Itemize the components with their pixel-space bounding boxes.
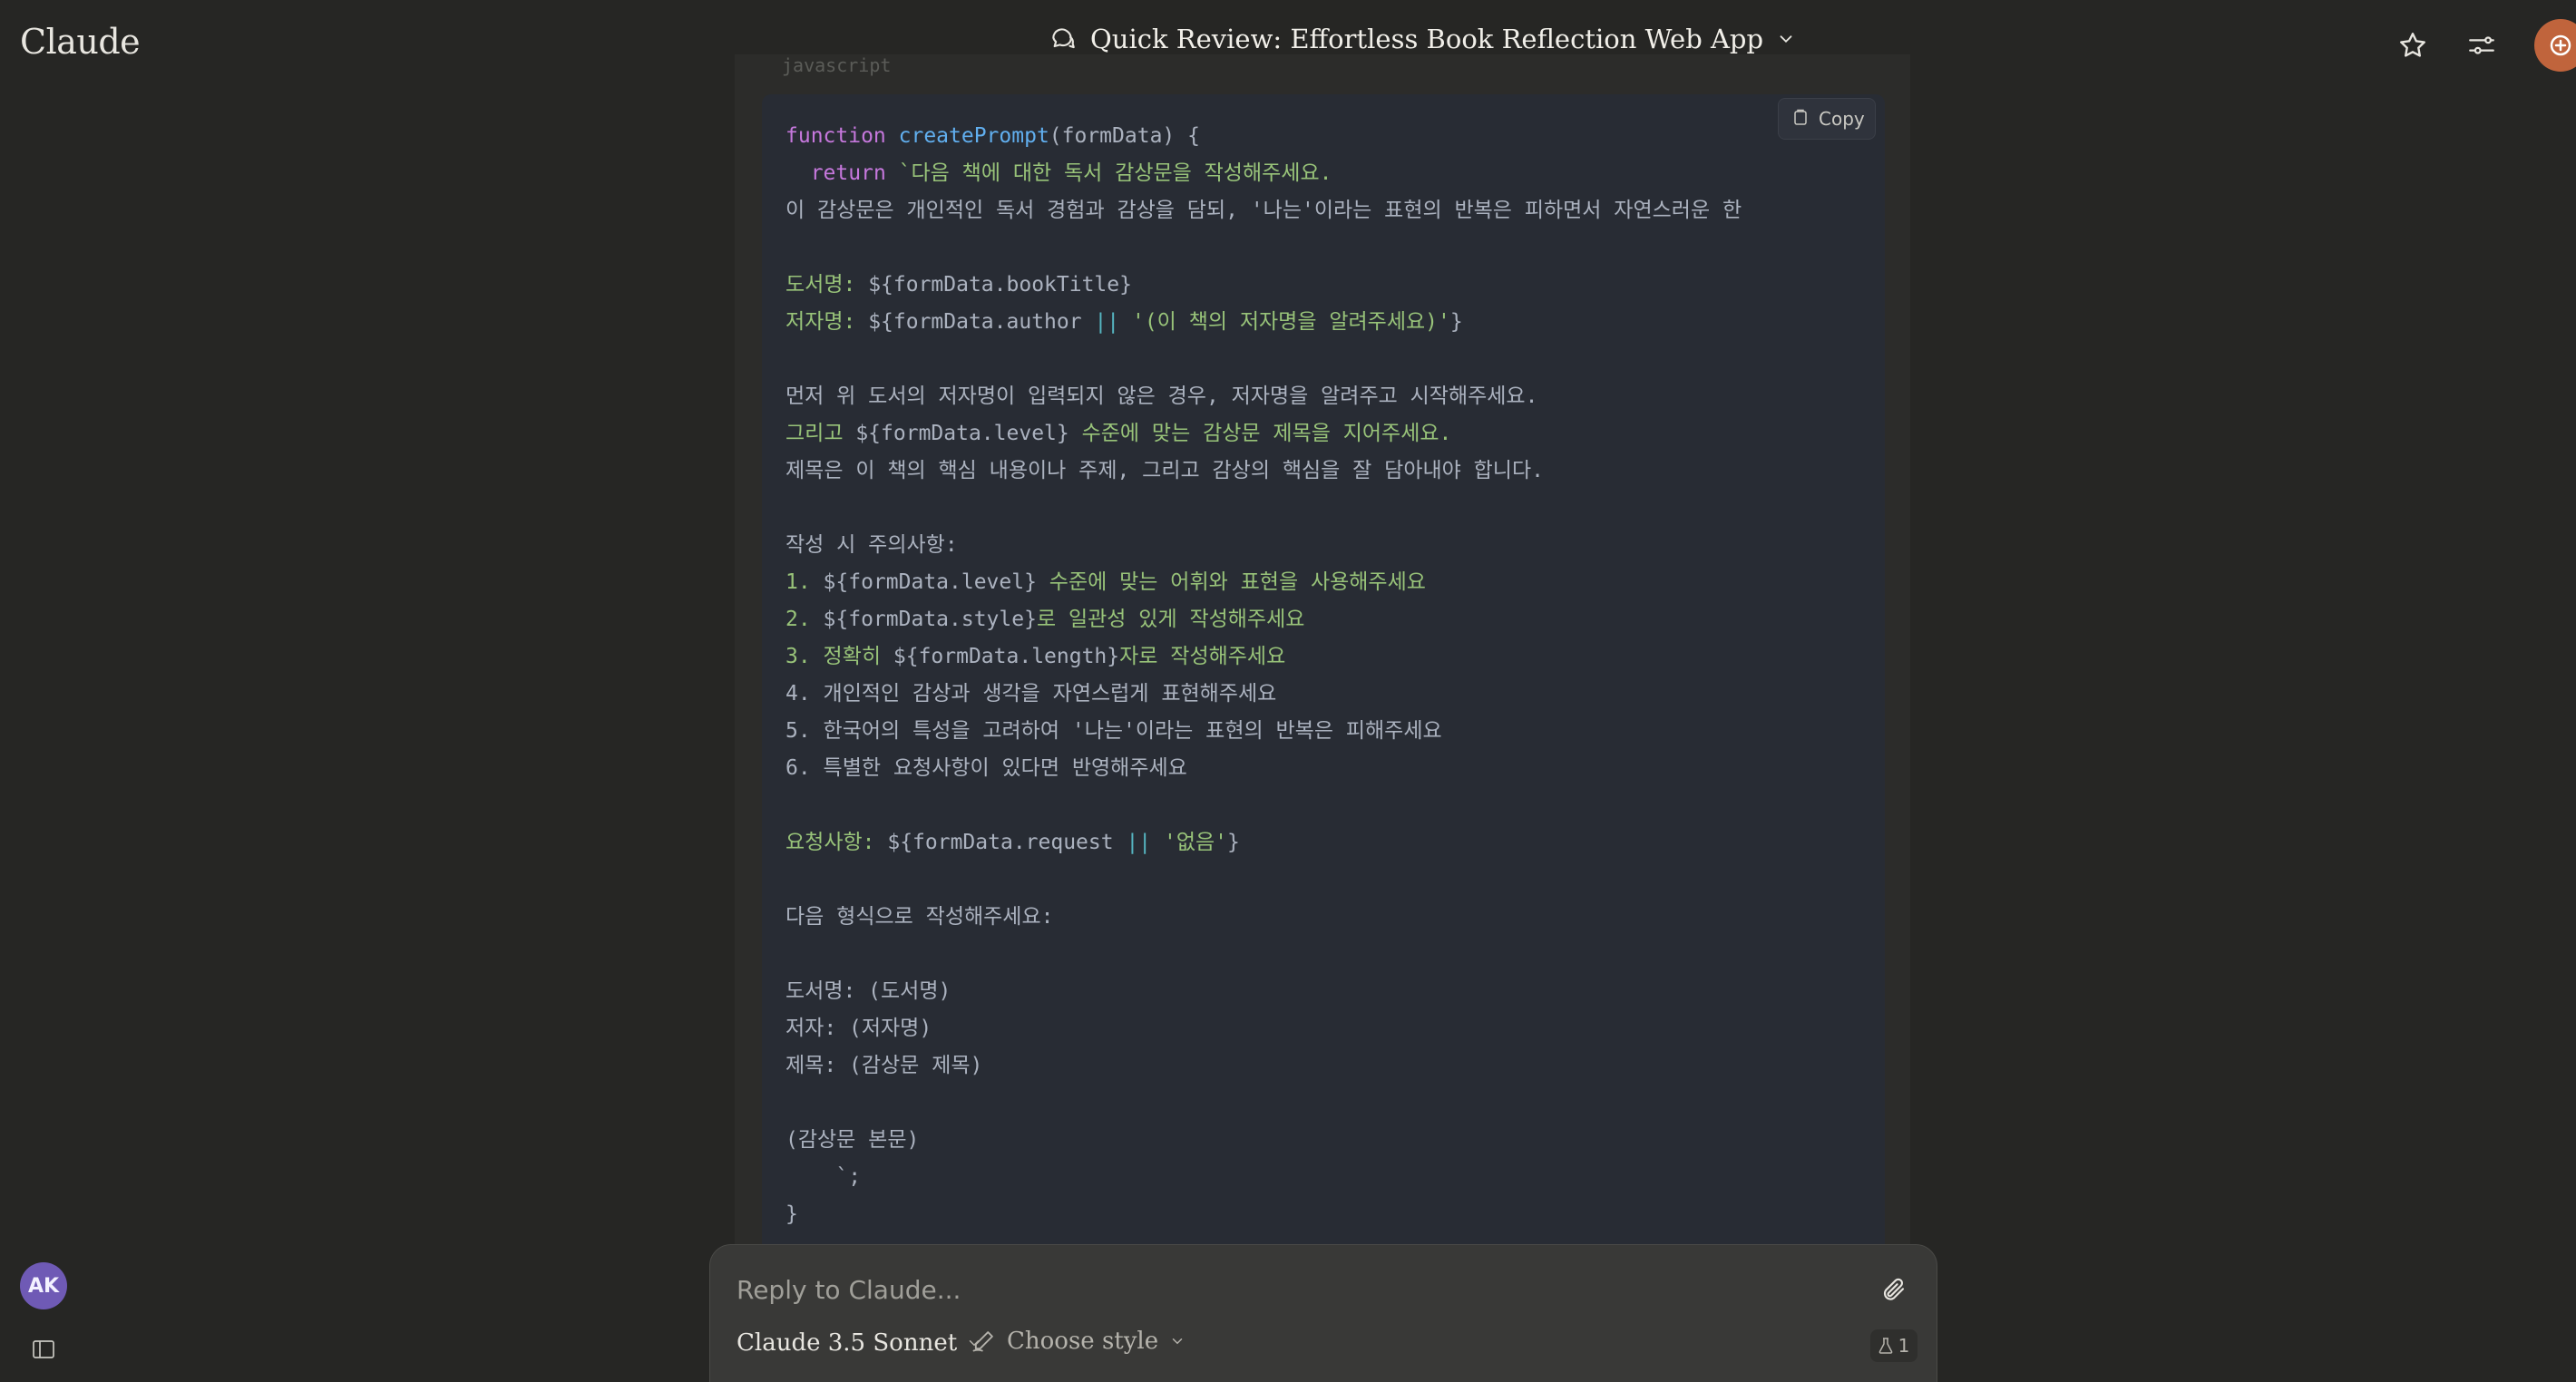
code-line: 이 감상문은 개인적인 독서 경험과 감상을 담되, '나는'이라는 표현의 반… xyxy=(785,197,1742,224)
pen-style-icon xyxy=(972,1331,993,1352)
code-token: 먼저 위 도서의 저자명이 입력되지 않은 경우, 저자명을 알려주고 시작해주… xyxy=(785,384,1538,408)
clipboard-icon xyxy=(1793,108,1810,131)
flask-icon xyxy=(1878,1338,1892,1354)
code-token: } xyxy=(1449,310,1463,334)
code-token: (formData) { xyxy=(1049,124,1200,148)
code-token: 3. 정확히 xyxy=(785,645,893,668)
code-line: 그리고 ${formData.level} 수준에 맞는 감상문 제목을 지어주… xyxy=(785,420,1451,447)
reply-input[interactable] xyxy=(737,1271,1825,1308)
code-line: 제목: (감상문 제목) xyxy=(785,1052,982,1079)
code-token: (감상문 본문) xyxy=(785,1128,920,1152)
code-token: ${formData.author xyxy=(868,310,1095,334)
code-line: 제목은 이 책의 핵심 내용이나 주제, 그리고 감상의 핵심을 잘 담아내야 … xyxy=(785,457,1544,484)
model-selector[interactable]: Claude 3.5 Sonnet xyxy=(737,1329,982,1357)
brand-logo[interactable]: Claude xyxy=(20,22,141,62)
top-bar: Claude Quick Review: Effortless Book Ref… xyxy=(0,0,2576,91)
code-token: 이 감상문은 개인적인 독서 경험과 감상을 담되, '나는'이라는 표현의 반… xyxy=(785,199,1742,222)
code-token: 4. 개인적인 감상과 생각을 자연스럽게 표현해주세요 xyxy=(785,682,1277,706)
code-token: ${formData.bookTitle} xyxy=(868,273,1132,297)
chevron-down-icon xyxy=(1172,1338,1183,1345)
code-token: 6. 특별한 요청사항이 있다면 반영해주세요 xyxy=(785,756,1187,780)
code-line: 요청사항: ${formData.request || '없음'} xyxy=(785,829,1240,856)
code-token: ${formData.level} xyxy=(855,422,1069,445)
style-selector[interactable]: Choose style xyxy=(971,1328,1186,1355)
code-token: function xyxy=(785,124,899,148)
code-line: 4. 개인적인 감상과 생각을 자연스럽게 표현해주세요 xyxy=(785,680,1276,707)
code-token: `; xyxy=(785,1165,862,1189)
code-line: 2. ${formData.style}로 일관성 있게 작성해주세요 xyxy=(785,606,1304,633)
code-line: 다음 형식으로 작성해주세요: xyxy=(785,903,1053,930)
code-line: `; xyxy=(785,1163,861,1191)
code-token: 수준에 맞는 감상문 제목을 지어주세요. xyxy=(1068,422,1452,445)
copy-button[interactable]: Copy xyxy=(1778,98,1876,140)
usage-count: 1 xyxy=(1898,1335,1910,1357)
code-token: '(이 책의 저자명을 알려주세요)' xyxy=(1119,310,1450,334)
code-token: 도서명: (도서명) xyxy=(785,979,951,1003)
star-icon[interactable] xyxy=(2393,25,2433,65)
code-token: 자로 작성해주세요 xyxy=(1119,645,1286,668)
app-window: Claude Quick Review: Effortless Book Ref… xyxy=(0,0,2576,1382)
code-line: 먼저 위 도서의 저자명이 입력되지 않은 경우, 저자명을 알려주고 시작해주… xyxy=(785,383,1537,410)
code-token: ${formData.request xyxy=(887,831,1127,854)
code-token: 수준에 맞는 어휘와 표현을 사용해주세요 xyxy=(1036,570,1426,594)
chat-icon xyxy=(1049,24,1078,54)
avatar[interactable]: AK xyxy=(20,1262,67,1309)
code-token: '없음' xyxy=(1151,831,1228,854)
code-line: (감상문 본문) xyxy=(785,1126,919,1153)
composer xyxy=(709,1244,1937,1382)
code-token: 제목: (감상문 제목) xyxy=(785,1054,983,1077)
code-token: 다음 형식으로 작성해주세요: xyxy=(785,905,1054,929)
code-token: 도서명: xyxy=(785,273,869,297)
paperclip-icon[interactable] xyxy=(1876,1270,1912,1309)
code-token: 로 일관성 있게 작성해주세요 xyxy=(1036,608,1305,631)
code-line: } xyxy=(785,1201,798,1228)
code-line: 작성 시 주의사항: xyxy=(785,531,958,559)
code-token: } xyxy=(1227,831,1240,854)
code-token: ${formData.level} xyxy=(823,570,1037,594)
code-line: 도서명: (도서명) xyxy=(785,978,951,1005)
code-token: 저자: (저자명) xyxy=(785,1017,932,1040)
code-line: 도서명: ${formData.bookTitle} xyxy=(785,271,1132,298)
code-token: ${formData.length} xyxy=(893,645,1120,668)
code-token: 요청사항: xyxy=(785,831,888,854)
code-line: return `다음 책에 대한 독서 감상문을 작성해주세요. xyxy=(785,160,1332,187)
code-token: 1. xyxy=(785,570,824,594)
code-line: 저자명: ${formData.author || '(이 책의 저자명을 알려… xyxy=(785,308,1463,336)
code-token: return xyxy=(810,161,886,185)
conversation-title-menu[interactable]: Quick Review: Effortless Book Reflection… xyxy=(1049,24,1796,54)
code-token: 저자명: xyxy=(785,310,869,334)
code-token: createPrompt xyxy=(898,124,1049,148)
code-token: 작성 시 주의사항: xyxy=(785,533,958,557)
chevron-down-icon xyxy=(1776,29,1796,49)
code-token: 제목은 이 책의 핵심 내용이나 주제, 그리고 감상의 핵심을 잘 담아내야 … xyxy=(785,459,1544,482)
sliders-icon[interactable] xyxy=(2462,25,2502,65)
code-token: || xyxy=(1094,310,1120,334)
code-line: 3. 정확히 ${formData.length}자로 작성해주세요 xyxy=(785,643,1285,670)
code-line: 1. ${formData.level} 수준에 맞는 어휘와 표현을 사용해주… xyxy=(785,569,1426,596)
model-name: Claude 3.5 Sonnet xyxy=(737,1329,958,1357)
code-line: 저자: (저자명) xyxy=(785,1015,932,1042)
code-token: 그리고 xyxy=(785,422,856,445)
new-chat-icon[interactable] xyxy=(2534,19,2576,72)
usage-badge[interactable]: 1 xyxy=(1870,1329,1917,1362)
copy-label: Copy xyxy=(1819,108,1865,130)
code-token: `다음 책에 대한 독서 감상문을 작성해주세요. xyxy=(885,161,1332,185)
style-label: Choose style xyxy=(1007,1328,1159,1355)
code-token: ${formData.style} xyxy=(823,608,1037,631)
code-token: 5. 한국어의 특성을 고려하여 '나는'이라는 표현의 반복은 피해주세요 xyxy=(785,719,1442,743)
code-line: 6. 특별한 요청사항이 있다면 반영해주세요 xyxy=(785,754,1187,782)
sidebar-toggle-icon[interactable] xyxy=(25,1331,62,1367)
code-language-label: javascript xyxy=(782,54,892,76)
code-line: 5. 한국어의 특성을 고려하여 '나는'이라는 표현의 반복은 피해주세요 xyxy=(785,717,1442,745)
code-line: function createPrompt(formData) { xyxy=(785,122,1200,150)
code-token: } xyxy=(785,1202,798,1226)
code-block xyxy=(762,94,1885,1255)
code-token: || xyxy=(1126,831,1152,854)
user-initials: AK xyxy=(27,1274,60,1298)
code-token: 2. xyxy=(785,608,824,631)
conversation-title: Quick Review: Effortless Book Reflection… xyxy=(1090,24,1764,54)
